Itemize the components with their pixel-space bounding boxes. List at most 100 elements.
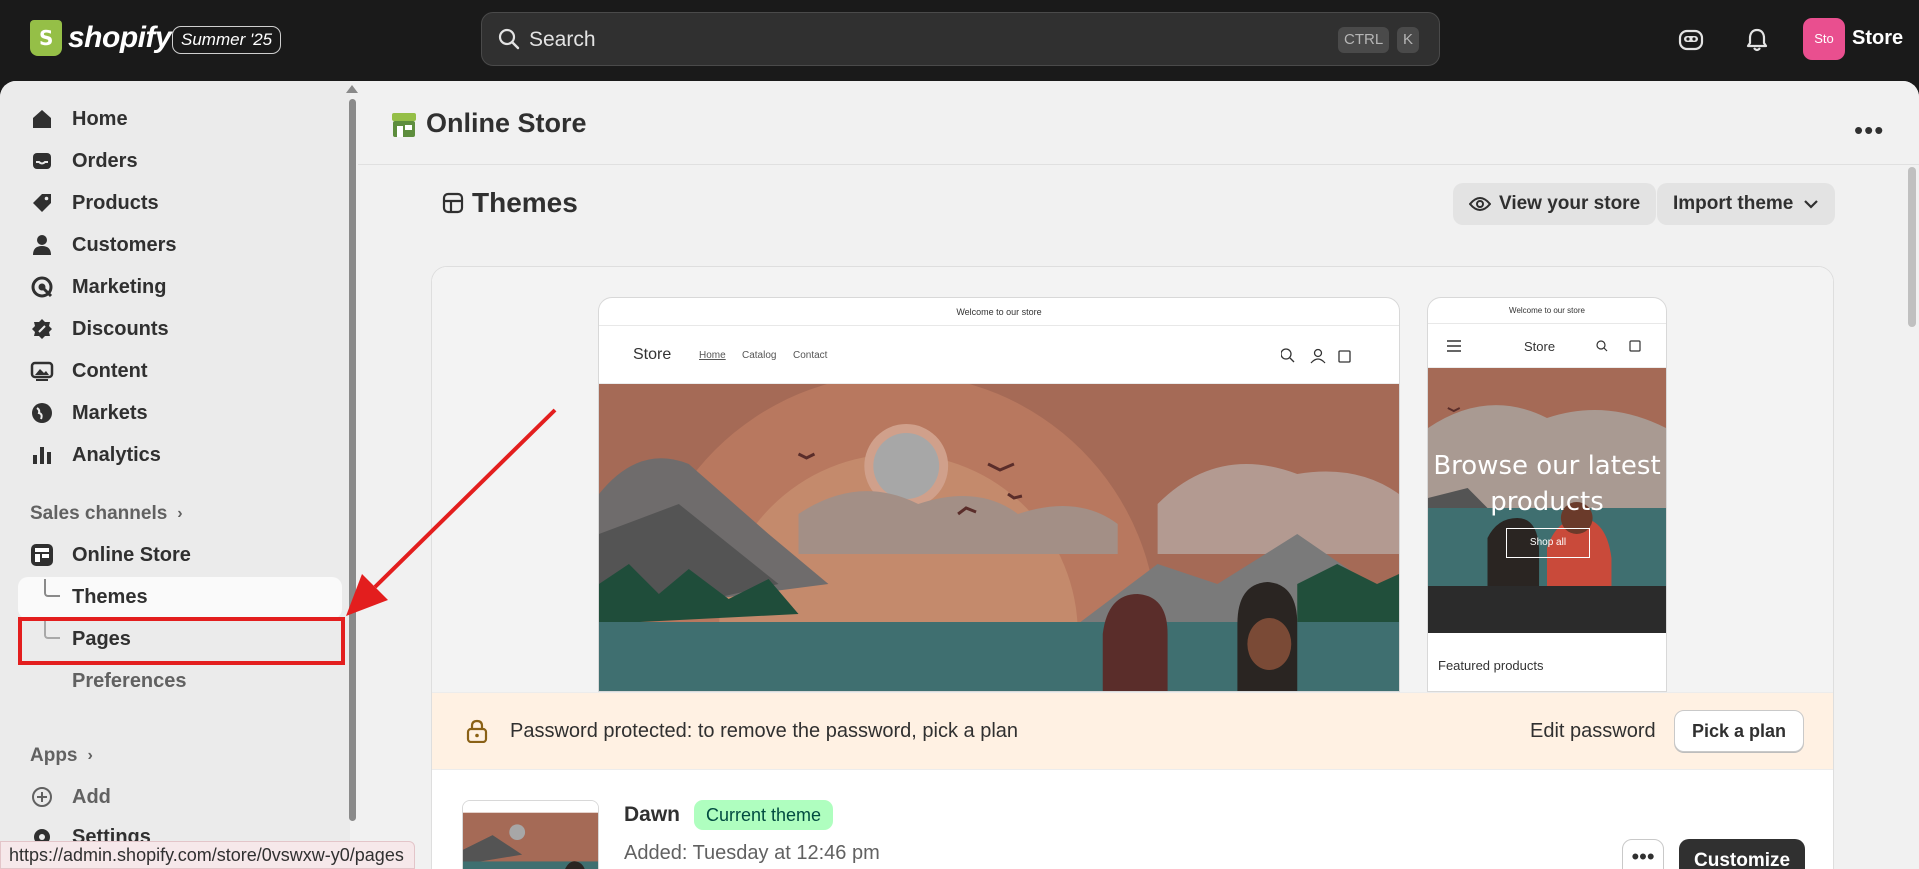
chevron-down-icon (1804, 200, 1819, 209)
main-scrollbar[interactable] (1908, 167, 1916, 327)
theme-preview-area[interactable]: Welcome to our store Store Home Catalog … (432, 267, 1833, 692)
pages-highlight-box (18, 617, 345, 665)
mobile-preview: Welcome to our store Store Browse our la… (1427, 297, 1667, 692)
sidebar-item-content[interactable]: Content (30, 351, 148, 391)
theme-actions-button[interactable]: ••• (1622, 839, 1664, 869)
sidebar-item-label: Content (72, 359, 148, 382)
sidebar-item-label: Home (72, 107, 128, 130)
sidebar-scrollbar[interactable] (349, 99, 356, 821)
hamburger-icon (1447, 340, 1461, 352)
page-title: Online Store (426, 108, 587, 138)
page-header: Online Store ••• (358, 81, 1919, 165)
preview-nav-home: Home (699, 350, 726, 361)
lock-icon (466, 719, 488, 743)
sidebar-item-markets[interactable]: Markets (30, 393, 148, 433)
shopify-logo[interactable]: shopify (30, 20, 172, 56)
sidebar-item-label: Marketing (72, 275, 167, 298)
home-icon (33, 110, 51, 128)
storefront-icon (31, 544, 53, 566)
sidebar-item-online-store[interactable]: Online Store (30, 535, 191, 575)
chevron-right-icon: › (87, 747, 93, 764)
sidebar-scroll-up-arrow[interactable] (346, 85, 358, 93)
theme-row: Dawn Current theme Added: Tuesday at 12:… (432, 770, 1833, 869)
admin-frame: Home Orders Products Customers Marketing… (0, 81, 1919, 869)
mobile-announcement-bar: Welcome to our store (1428, 298, 1666, 324)
mobile-shop-all-button: Shop all (1506, 528, 1590, 558)
preview-hero-illustration (599, 384, 1399, 691)
bar-chart-icon (33, 447, 51, 464)
theme-icon (442, 192, 464, 214)
sidebar-item-add-app[interactable]: Add (30, 777, 111, 817)
import-theme-label: Import theme (1673, 193, 1794, 214)
import-theme-button[interactable]: Import theme (1657, 183, 1836, 225)
search-icon (498, 28, 520, 50)
shortcut-ctrl-key: CTRL (1338, 27, 1390, 53)
sidebar-item-home[interactable]: Home (30, 99, 128, 139)
notifications-bell-icon[interactable] (1741, 24, 1773, 56)
mobile-store-name: Store (1524, 339, 1556, 354)
preview-nav-contact: Contact (793, 350, 828, 361)
top-bar: shopify Summer '25 Search CTRL K Sto Sto… (0, 0, 1919, 80)
preview-nav-catalog: Catalog (742, 350, 777, 361)
edition-badge[interactable]: Summer '25 (172, 26, 282, 54)
target-icon (31, 276, 53, 298)
themes-title: Themes (472, 187, 578, 218)
sidebar-item-discounts[interactable]: Discounts (30, 309, 169, 349)
mobile-hero-heading: Browse our latest products (1433, 451, 1661, 517)
theme-thumbnail[interactable] (462, 800, 599, 869)
shopify-bag-icon (30, 20, 62, 56)
current-theme-badge: Current theme (694, 800, 834, 830)
shortcut-k-key: K (1397, 27, 1420, 53)
sidebar-item-products[interactable]: Products (30, 183, 159, 223)
apps-label: Apps (30, 745, 78, 766)
password-banner: Password protected: to remove the passwo… (432, 692, 1833, 770)
store-menu-name[interactable]: Store (1852, 27, 1903, 50)
sidebar-subitem-themes[interactable]: Themes (72, 586, 148, 609)
sidebar-item-orders[interactable]: Orders (30, 141, 138, 181)
eye-icon (1469, 197, 1491, 211)
online-store-icon (392, 113, 416, 137)
customize-button[interactable]: Customize (1679, 839, 1806, 869)
sales-channels-header[interactable]: Sales channels › (30, 503, 183, 525)
search-bar[interactable]: Search CTRL K (481, 12, 1440, 66)
more-actions-icon[interactable]: ••• (1854, 115, 1884, 146)
sidebar-item-label: Markets (72, 401, 148, 424)
sidebar-item-label: Orders (72, 149, 138, 172)
sidebar-item-label: Discounts (72, 317, 169, 340)
sidebar-item-customers[interactable]: Customers (30, 225, 176, 265)
sidebar-subitem-preferences[interactable]: Preferences (72, 670, 187, 693)
sidekick-icon[interactable] (1675, 24, 1707, 56)
mobile-header-icons (1596, 340, 1641, 352)
desktop-preview: Welcome to our store Store Home Catalog … (598, 297, 1400, 692)
announcement-bar: Welcome to our store (599, 298, 1399, 326)
sidebar-item-analytics[interactable]: Analytics (30, 435, 161, 475)
themes-heading: Themes (442, 187, 578, 219)
logo-text: shopify (68, 21, 172, 54)
main-content: Online Store ••• Themes View your store … (358, 81, 1919, 869)
discount-icon (32, 319, 52, 339)
sidebar: Home Orders Products Customers Marketing… (0, 81, 358, 869)
preview-store-name: Store (633, 346, 672, 363)
sub-arrow-icon (44, 579, 60, 597)
theme-added-date: Added: Tuesday at 12:46 pm (624, 842, 880, 864)
status-bar-url: https://admin.shopify.com/store/0vswxw-y… (0, 841, 415, 869)
view-store-label: View your store (1499, 193, 1641, 214)
sidebar-item-label: Analytics (72, 443, 161, 466)
preview-header-icons (1281, 348, 1351, 364)
view-store-button[interactable]: View your store (1453, 183, 1657, 225)
sidebar-item-marketing[interactable]: Marketing (30, 267, 166, 307)
sidebar-item-label: Products (72, 191, 159, 214)
globe-icon (32, 403, 52, 423)
mobile-featured-products: Featured products (1438, 658, 1544, 673)
tag-icon (33, 194, 51, 212)
preview-header: Store Home Catalog Contact (599, 326, 1399, 384)
store-avatar[interactable]: Sto (1803, 18, 1845, 60)
chevron-right-icon: › (177, 505, 183, 522)
sidebar-subitem-themes-bg (18, 577, 342, 619)
theme-name: Dawn (624, 803, 681, 826)
pick-plan-button[interactable]: Pick a plan (1674, 710, 1805, 752)
apps-header[interactable]: Apps › (30, 745, 93, 767)
edit-password-link[interactable]: Edit password (1530, 720, 1656, 743)
search-placeholder: Search (529, 28, 596, 51)
sales-channels-label: Sales channels (30, 503, 168, 524)
